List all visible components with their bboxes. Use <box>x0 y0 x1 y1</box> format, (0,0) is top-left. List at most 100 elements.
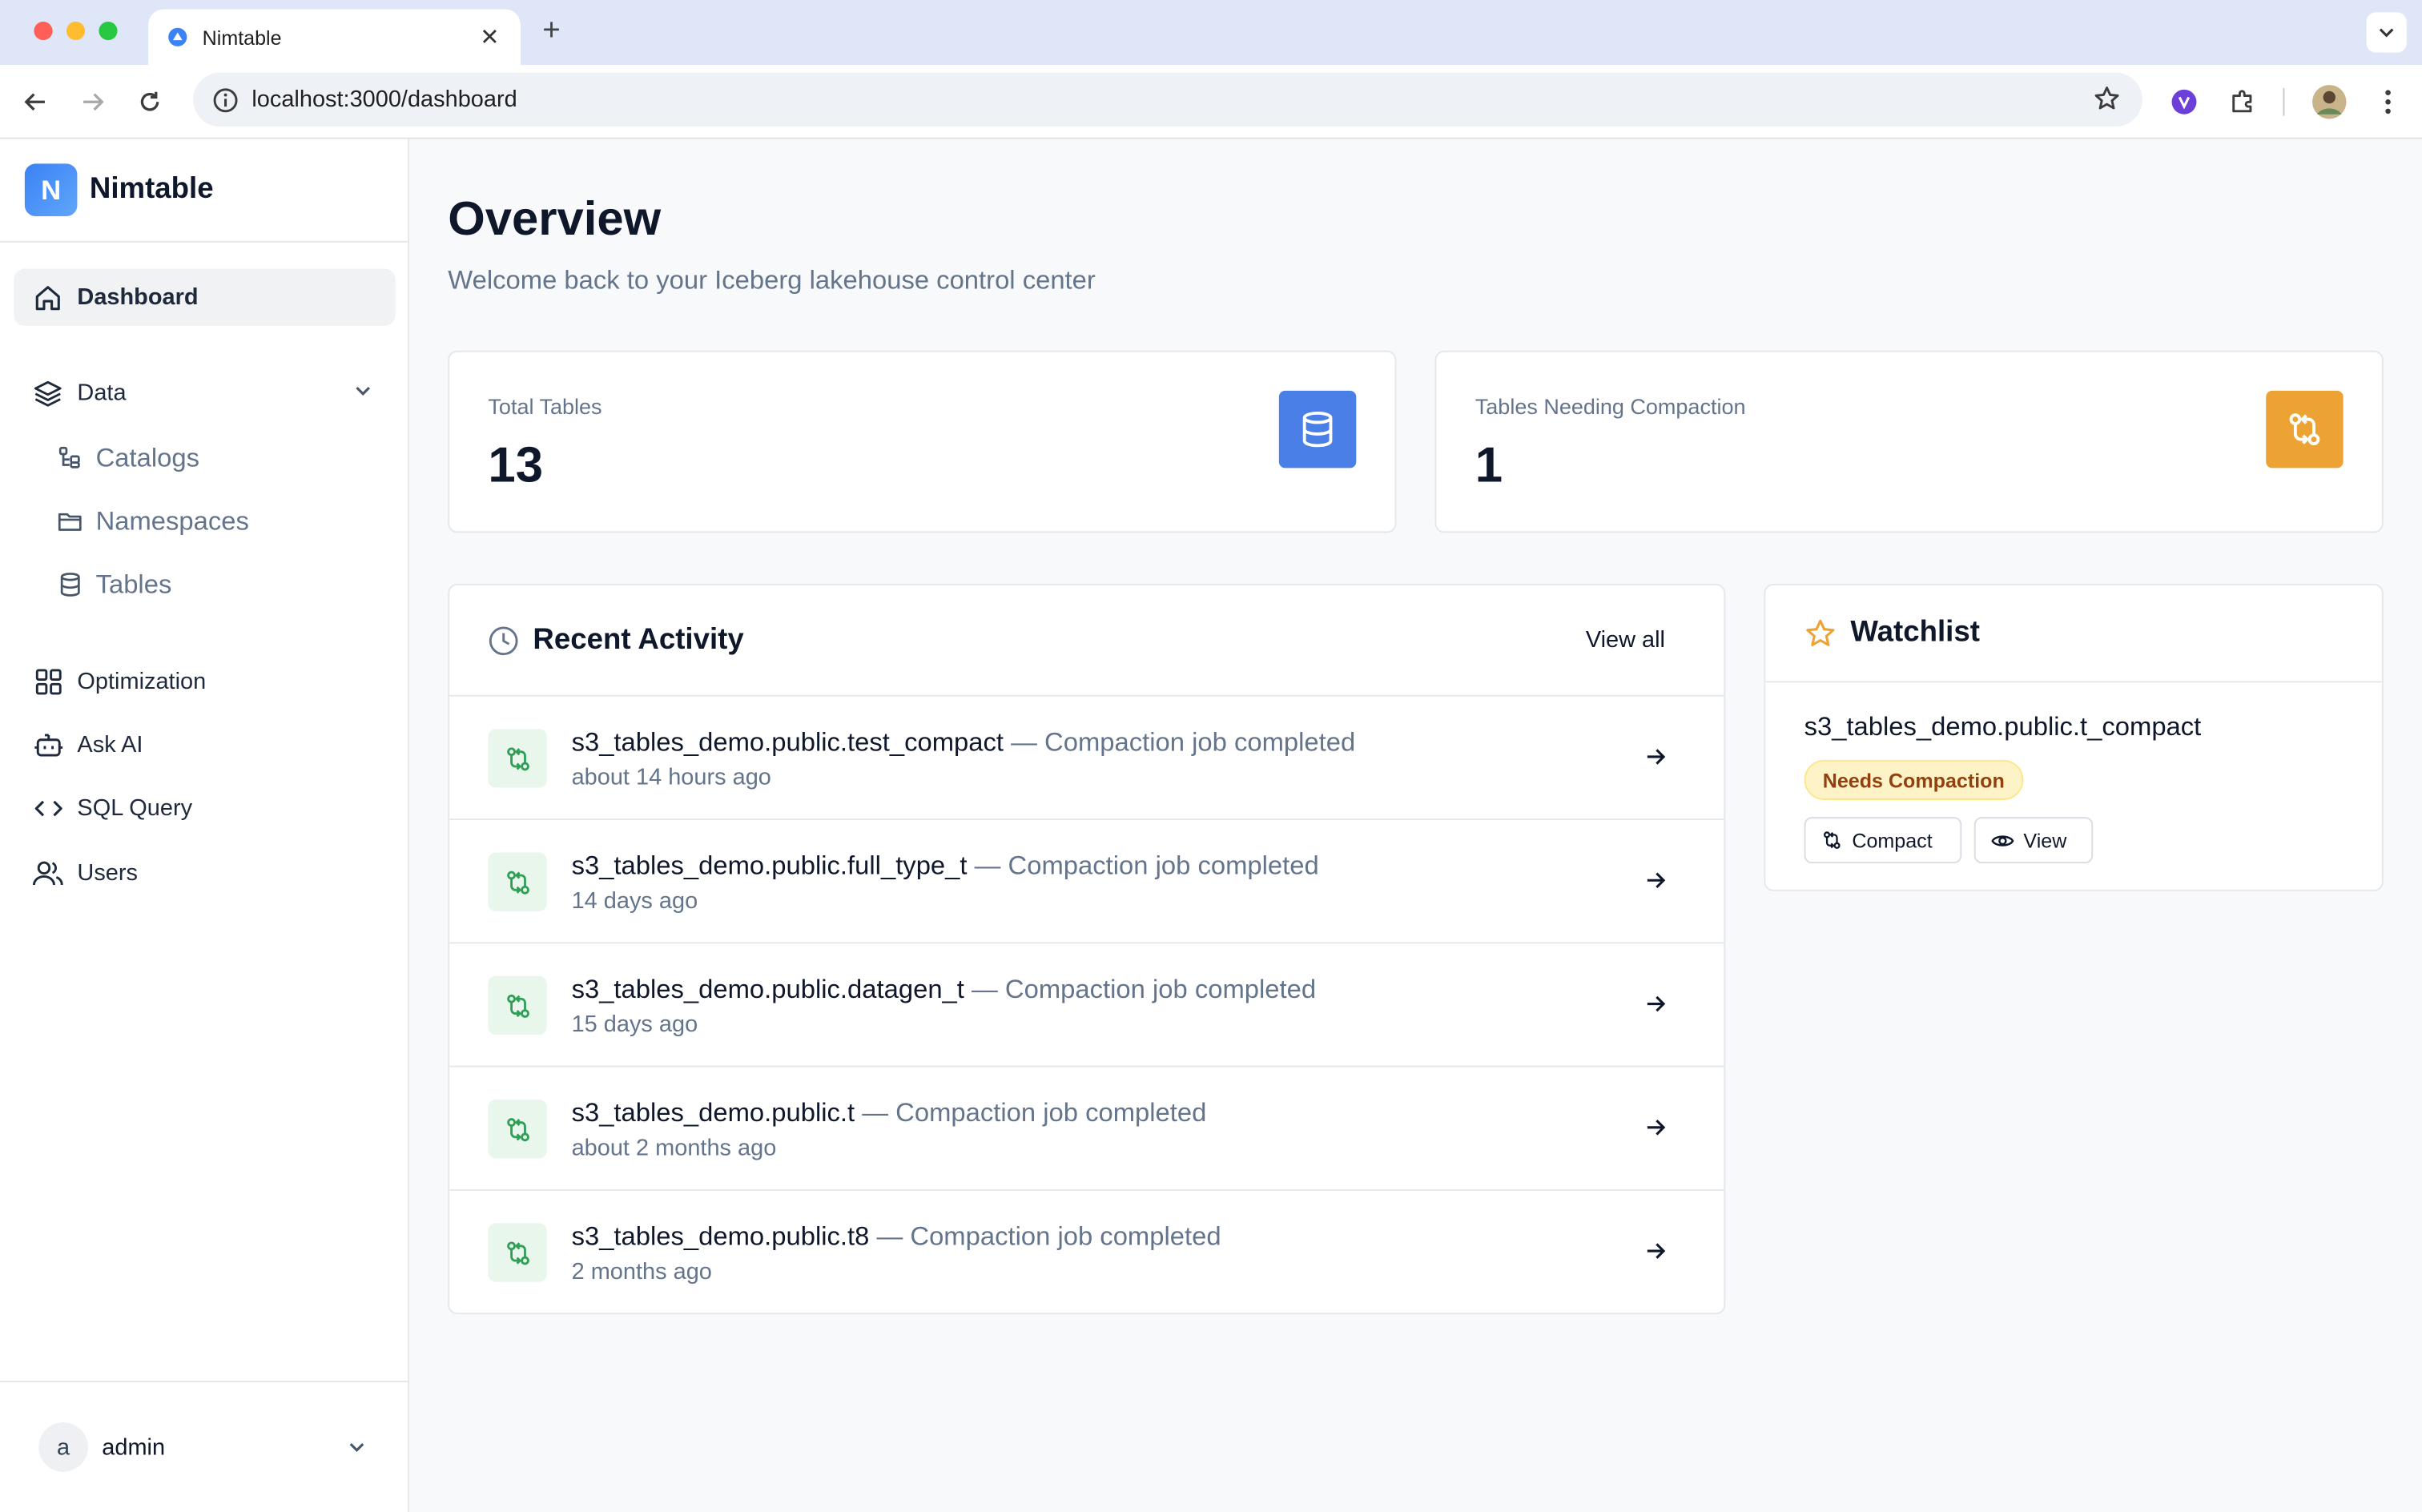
page-title: Overview <box>448 191 662 246</box>
sidebar-item-sql-query[interactable]: SQL Query <box>14 780 395 837</box>
more-vertical-icon <box>2385 90 2391 115</box>
chevron-down-icon[interactable] <box>352 380 374 401</box>
page-subtitle: Welcome back to your Iceberg lakehouse c… <box>448 265 1096 296</box>
activity-table-name[interactable]: s3_tables_demo.public.t8 <box>572 1221 870 1251</box>
profile-photo-icon <box>2312 85 2347 119</box>
sidebar-item-label: Catalogs <box>95 442 199 472</box>
user-name: admin <box>102 1434 166 1461</box>
database-icon <box>1278 390 1357 468</box>
tab-search-button[interactable] <box>2366 12 2407 53</box>
sidebar-item-label: Data <box>77 380 127 407</box>
url-text: localhost:3000/dashboard <box>251 86 517 113</box>
watchlist-header: Watchlist <box>1765 585 2382 683</box>
stat-card-total-tables: Total Tables 13 <box>448 350 1397 533</box>
avatar: a <box>38 1422 88 1472</box>
git-compare-icon <box>488 1100 547 1159</box>
clock-icon <box>489 625 518 655</box>
sidebar-item-catalogs[interactable]: Catalogs <box>43 429 396 486</box>
stat-label: Tables Needing Compaction <box>1475 393 1746 419</box>
sidebar-item-dashboard[interactable]: Dashboard <box>14 268 396 326</box>
site-info-icon[interactable] <box>211 86 239 114</box>
activity-table-name[interactable]: s3_tables_demo.public.t <box>572 1098 855 1128</box>
activity-table-name[interactable]: s3_tables_demo.public.datagen_t <box>572 975 964 1004</box>
home-icon <box>32 282 63 313</box>
bookmark-star-icon[interactable] <box>2093 85 2121 113</box>
extension-button[interactable] <box>2166 83 2203 120</box>
main-content: Overview Welcome back to your Iceberg la… <box>409 139 2422 1512</box>
browser-tab[interactable]: Nimtable ✕ <box>148 9 521 65</box>
activity-item[interactable]: s3_tables_demo.public.t8 — Compaction jo… <box>449 1191 1724 1314</box>
watchlist-table-name[interactable]: s3_tables_demo.public.t_compact <box>1804 712 2202 743</box>
activity-item[interactable]: s3_tables_demo.public.t — Compaction job… <box>449 1068 1724 1191</box>
code-icon <box>32 793 63 824</box>
grid-icon <box>32 666 63 698</box>
activity-item[interactable]: s3_tables_demo.public.test_compact — Com… <box>449 697 1724 821</box>
watchlist-card: Watchlist s3_tables_demo.public.t_compac… <box>1764 583 2384 891</box>
git-compare-icon <box>1824 831 1841 849</box>
maximize-window-button[interactable] <box>99 21 118 41</box>
bot-icon <box>32 730 63 761</box>
close-window-button[interactable] <box>34 21 53 41</box>
arrow-right-icon[interactable] <box>1644 991 1668 1016</box>
view-button-label: View <box>2023 828 2067 852</box>
arrow-right-icon[interactable] <box>1644 868 1668 893</box>
screen: Nimtable ✕ + localhost:3000/dashboard N … <box>0 0 2422 1512</box>
sidebar-item-namespaces[interactable]: Namespaces <box>43 493 396 549</box>
reload-button[interactable] <box>131 83 168 120</box>
activity-time: about 2 months ago <box>571 1135 777 1162</box>
layers-icon <box>32 378 63 409</box>
sidebar-item-data[interactable]: Data <box>14 364 395 421</box>
activity-event: — Compaction job completed <box>869 1221 1221 1252</box>
extensions-menu-button[interactable] <box>2224 83 2261 120</box>
view-all-button[interactable]: View all <box>1586 627 1665 653</box>
stat-value: 13 <box>488 436 544 493</box>
sidebar: N Nimtable Dashboard Data Catalogs Names… <box>0 139 410 1512</box>
sidebar-item-users[interactable]: Users <box>14 845 395 902</box>
status-badge: Needs Compaction <box>1804 759 2023 800</box>
forward-button[interactable] <box>74 83 111 120</box>
address-bar[interactable]: localhost:3000/dashboard <box>193 72 2142 127</box>
sidebar-item-label: Namespaces <box>95 505 249 536</box>
stat-card-needing-compaction: Tables Needing Compaction 1 <box>1434 350 2384 533</box>
git-compare-icon <box>488 729 547 788</box>
activity-item[interactable]: s3_tables_demo.public.datagen_t — Compac… <box>449 943 1724 1068</box>
star-icon <box>1806 618 1835 645</box>
activity-event: — Compaction job completed <box>855 1098 1207 1128</box>
database-icon <box>55 571 83 599</box>
tab-title: Nimtable <box>202 25 282 49</box>
card-title: Recent Activity <box>533 623 744 656</box>
browser-menu-button[interactable] <box>2369 83 2406 120</box>
user-menu[interactable]: a admin <box>0 1381 408 1512</box>
extension-logo-icon <box>2171 89 2197 115</box>
new-tab-button[interactable]: + <box>534 14 568 49</box>
activity-time: 14 days ago <box>571 887 698 915</box>
view-button[interactable]: View <box>1973 817 2094 864</box>
arrow-right-icon[interactable] <box>1644 745 1668 770</box>
users-icon <box>32 858 63 889</box>
compact-button[interactable]: Compact <box>1804 817 1962 864</box>
brand[interactable]: N Nimtable <box>0 139 408 243</box>
arrow-right-icon[interactable] <box>1644 1239 1668 1264</box>
sidebar-item-label: Ask AI <box>77 732 143 758</box>
git-compare-icon <box>488 852 547 911</box>
card-title: Watchlist <box>1850 616 1980 649</box>
minimize-window-button[interactable] <box>66 21 86 41</box>
sidebar-item-ask-ai[interactable]: Ask AI <box>14 717 395 774</box>
sidebar-item-optimization[interactable]: Optimization <box>14 653 395 710</box>
window-controls <box>34 21 118 41</box>
close-tab-icon[interactable]: ✕ <box>477 23 502 51</box>
activity-time: about 14 hours ago <box>571 764 771 791</box>
stat-label: Total Tables <box>488 393 602 419</box>
profile-avatar[interactable] <box>2309 82 2349 122</box>
activity-table-name[interactable]: s3_tables_demo.public.full_type_t <box>572 851 968 881</box>
eye-icon <box>1991 834 2014 846</box>
activity-table-name[interactable]: s3_tables_demo.public.test_compact <box>572 727 1004 757</box>
activity-item[interactable]: s3_tables_demo.public.full_type_t — Comp… <box>449 820 1724 944</box>
arrow-right-icon[interactable] <box>1644 1115 1668 1140</box>
arrow-left-icon <box>24 93 45 111</box>
folder-icon <box>55 508 83 536</box>
sidebar-item-label: SQL Query <box>77 795 193 822</box>
activity-event: — Compaction job completed <box>1004 727 1356 757</box>
sidebar-item-tables[interactable]: Tables <box>43 556 396 613</box>
back-button[interactable] <box>17 83 54 120</box>
